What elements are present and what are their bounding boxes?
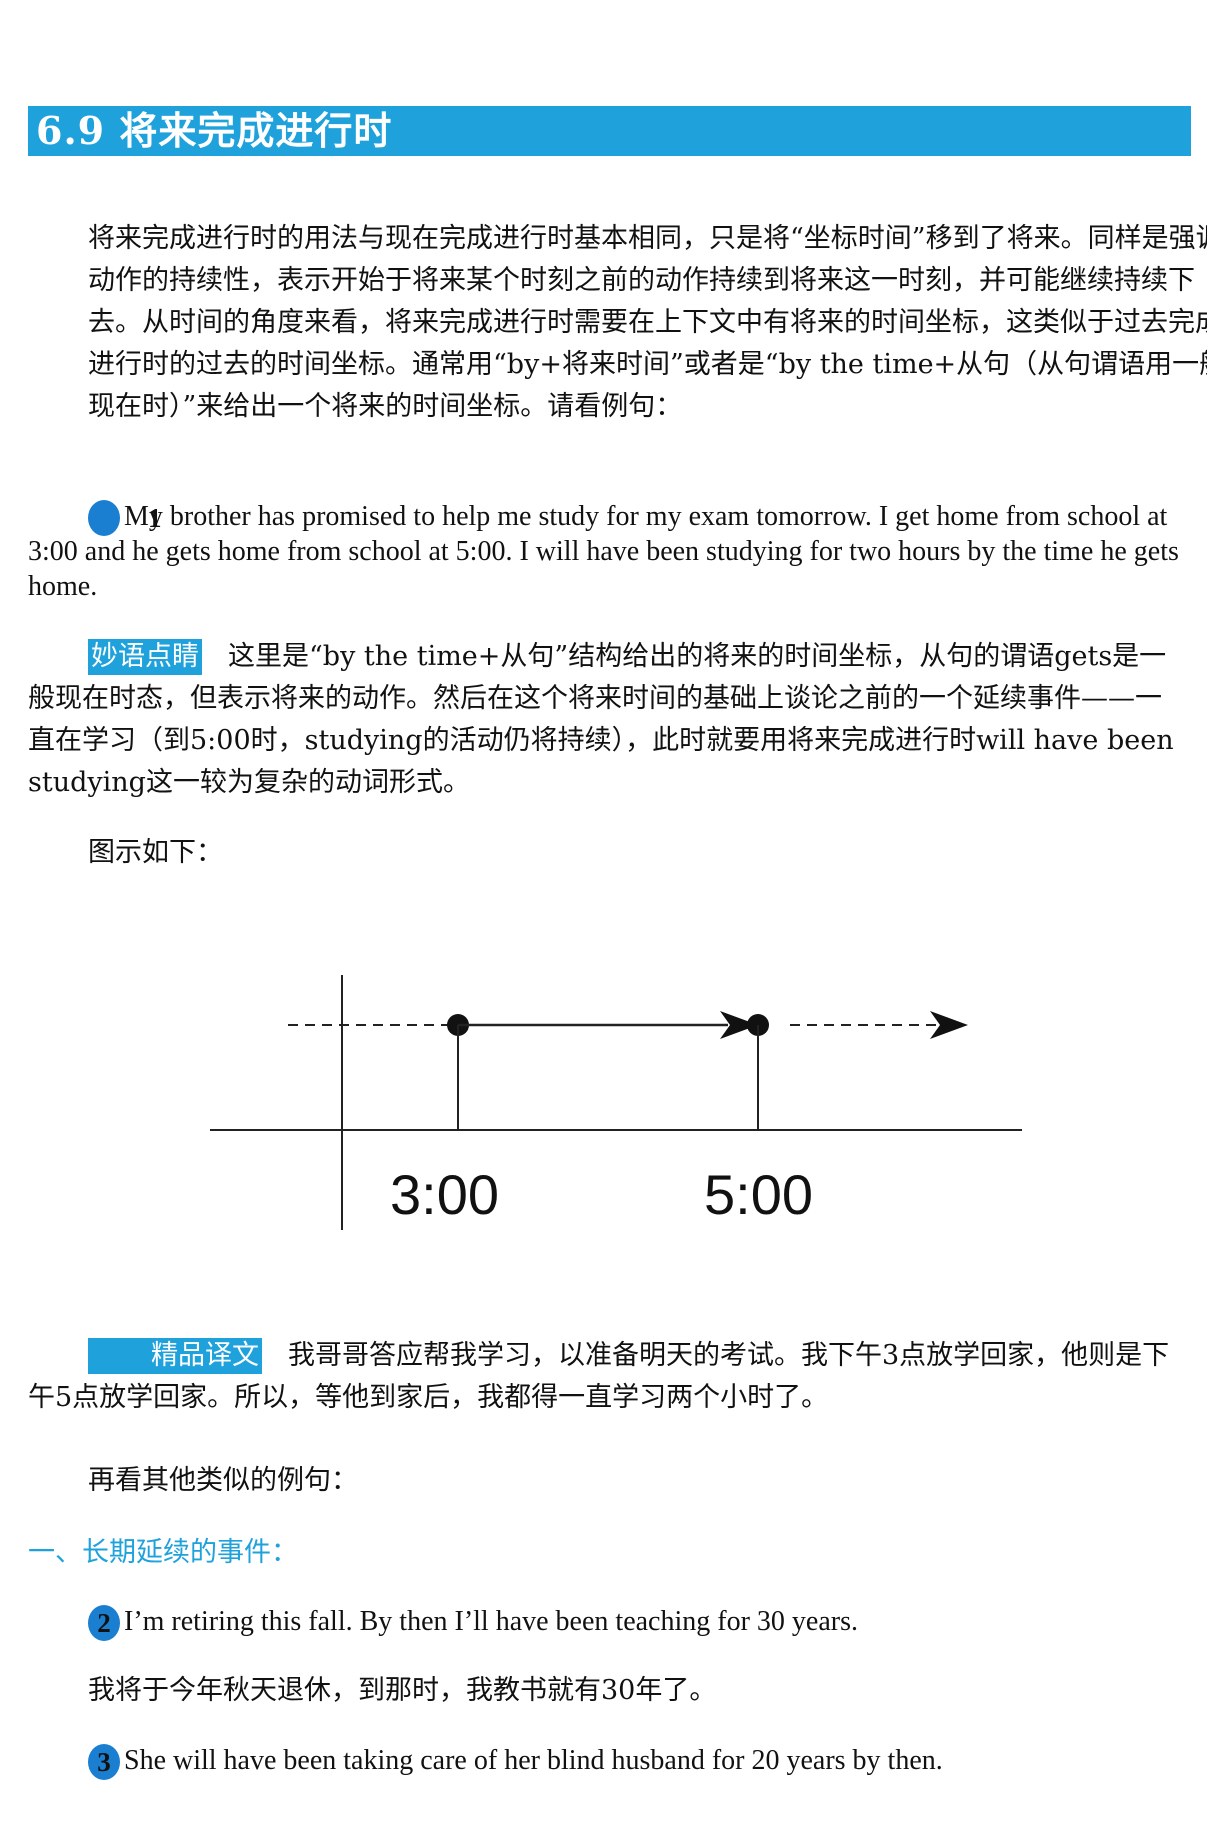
note-paragraph: 妙语点睛 这里是“by the time+从句”结构给出的将来的时间坐标，从句的谓… xyxy=(28,636,1186,804)
note-tag: 妙语点睛 xyxy=(88,639,202,675)
example-1-text: My brother has promised to help me study… xyxy=(28,501,1179,602)
example-3: 3 She will have been taking care of her b… xyxy=(28,1742,1186,1780)
section-title: 6.9 将来完成进行时 xyxy=(36,108,393,153)
timeline-svg xyxy=(210,975,1022,1230)
more-examples-intro: 再看其他类似的例句： xyxy=(88,1465,358,1496)
timeline-diagram: 3:00 5:00 xyxy=(210,975,1040,1255)
page: 6.9 将来完成进行时 将来完成进行时的用法与现在完成进行时基本相同，只是将“坐… xyxy=(0,0,1207,1828)
diagram-caption: 图示如下： xyxy=(88,837,223,868)
tick-label-5-00: 5:00 xyxy=(704,1163,813,1226)
section-header: 6.9 将来完成进行时 xyxy=(28,106,1191,156)
example-2-text: I’m retiring this fall. By then I’ll hav… xyxy=(124,1606,858,1637)
translation-tag: 精品译文 xyxy=(88,1338,262,1374)
subheading: 一、长期延续的事件： xyxy=(28,1537,298,1568)
example-3-text: She will have been taking care of her bl… xyxy=(124,1745,943,1776)
example-number-badge: 3 xyxy=(88,1744,120,1780)
example-2: 2 I’m retiring this fall. By then I’ll ha… xyxy=(28,1603,1186,1641)
example-number-badge: 1 xyxy=(88,500,162,536)
example-number-badge: 2 xyxy=(88,1605,120,1641)
tick-label-3-00: 3:00 xyxy=(390,1163,499,1226)
example-1: 1My brother has promised to help me stud… xyxy=(28,498,1186,604)
example-2-translation: 我将于今年秋天退休，到那时，我教书就有30年了。 xyxy=(88,1675,717,1706)
intro-paragraph: 将来完成进行时的用法与现在完成进行时基本相同，只是将“坐标时间”移到了将来。同样… xyxy=(88,223,1207,422)
translation-paragraph: 精品译文 我哥哥答应帮我学习，以准备明天的考试。我下午3点放学回家，他则是下午5点… xyxy=(28,1335,1186,1419)
